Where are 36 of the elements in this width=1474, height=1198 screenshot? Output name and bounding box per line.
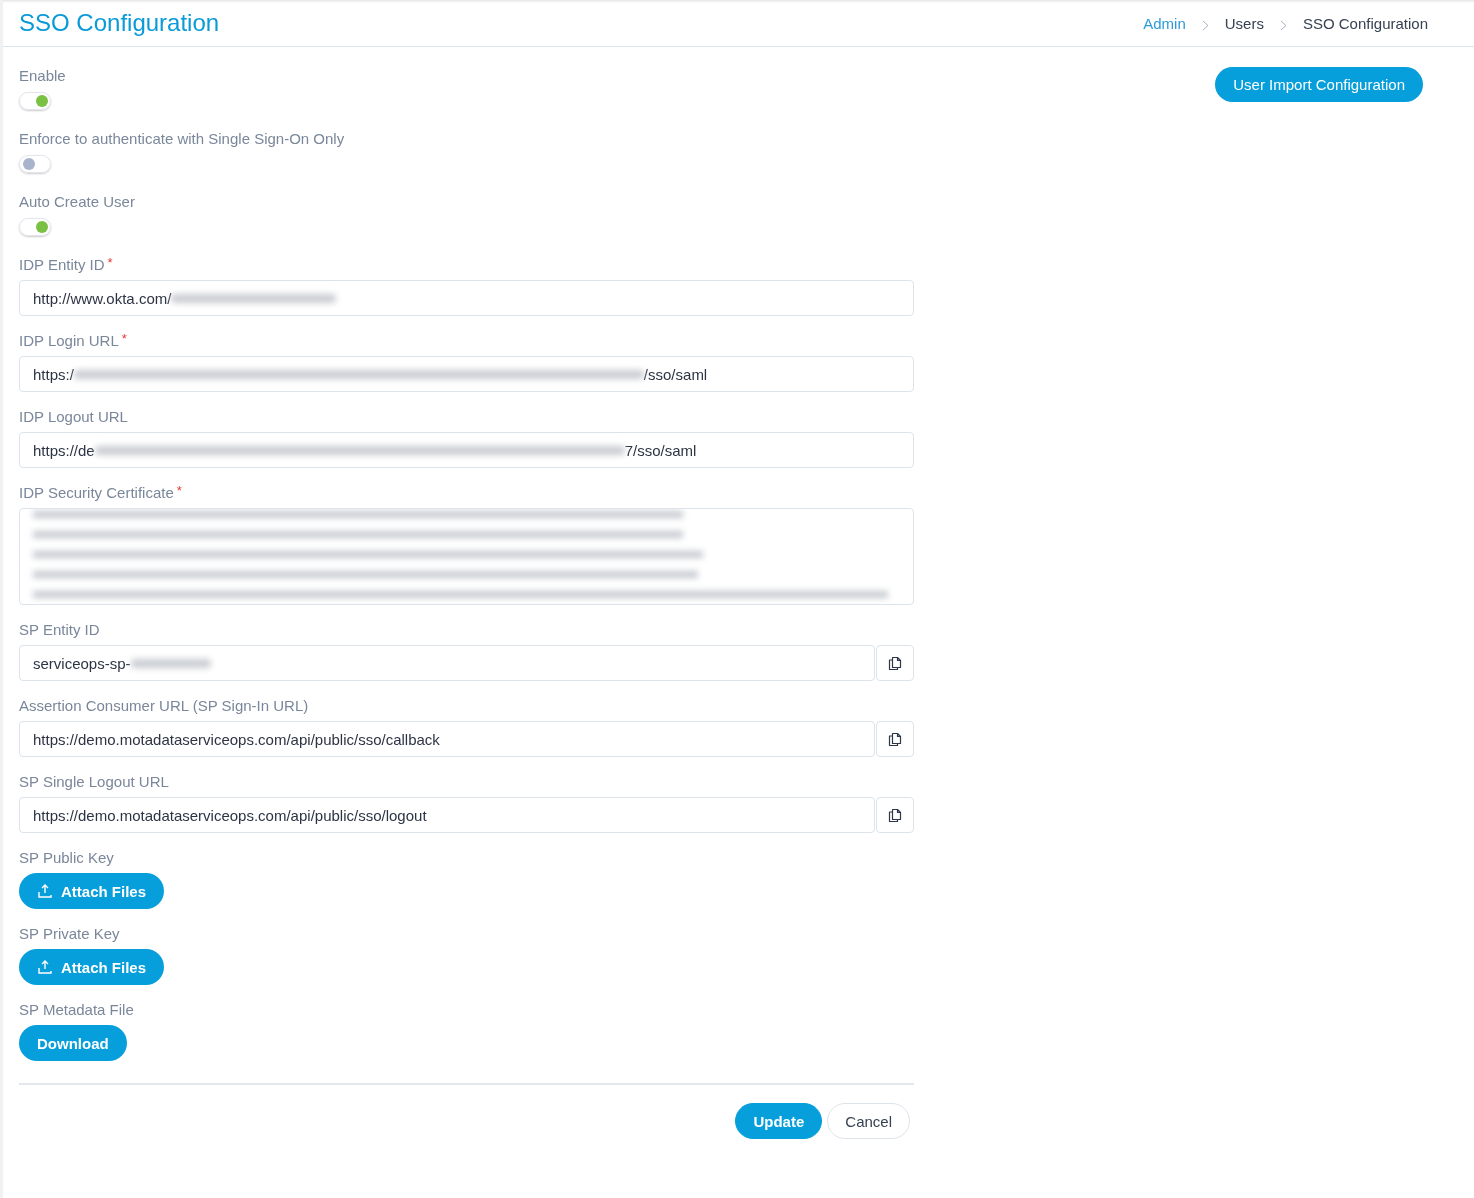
input-field[interactable]: http://www.okta.com/ [19,280,914,316]
field-label: SP Metadata File [19,1001,134,1018]
copy-button[interactable] [876,645,914,681]
input-field[interactable]: https://demo.motadataserviceops.com/api/public/sso/logout [19,797,875,833]
cancel-button[interactable]: Cancel [827,1103,910,1139]
field-label: IDP Login URL [19,332,119,349]
upload-icon [37,883,53,899]
copy-icon [888,731,902,747]
required-mark: * [121,332,127,345]
toggle-label: Enforce to authenticate with Single Sign-On Only [19,130,345,147]
field-label: IDP Logout URL [19,408,128,425]
breadcrumb-item: SSO Configuration [1302,14,1428,32]
toggle-label: Enable [19,67,66,84]
input-field[interactable]: https://demo.motadataserviceops.com/api/public/sso/callback [19,721,875,757]
breadcrumb-item: Users [1224,14,1264,32]
field-label: IDP Security Certificate [19,484,174,501]
required-mark: * [107,256,113,269]
copy-button[interactable] [876,721,914,757]
chevron-right-icon [1279,19,1287,31]
copy-button[interactable] [876,797,914,833]
field-label: IDP Entity ID [19,256,105,273]
chevron-right-icon [1201,19,1209,31]
copy-icon [888,807,902,823]
field-label: Assertion Consumer URL (SP Sign-In URL) [19,697,309,714]
input-field[interactable]: https://de 7/sso/saml [19,432,914,468]
input-field[interactable]: serviceops-sp- [19,645,875,681]
field-label: SP Public Key [19,849,114,866]
field-label: SP Single Logout URL [19,773,169,790]
toggle-label: Auto Create User [19,193,135,210]
required-mark: * [176,484,182,497]
input-field[interactable]: https:/ /sso/saml [19,356,914,392]
copy-icon [888,655,902,671]
field-label: SP Entity ID [19,621,100,638]
upload-icon [37,959,53,975]
page-title: SSO Configuration [19,9,220,37]
field-label: SP Private Key [19,925,120,942]
